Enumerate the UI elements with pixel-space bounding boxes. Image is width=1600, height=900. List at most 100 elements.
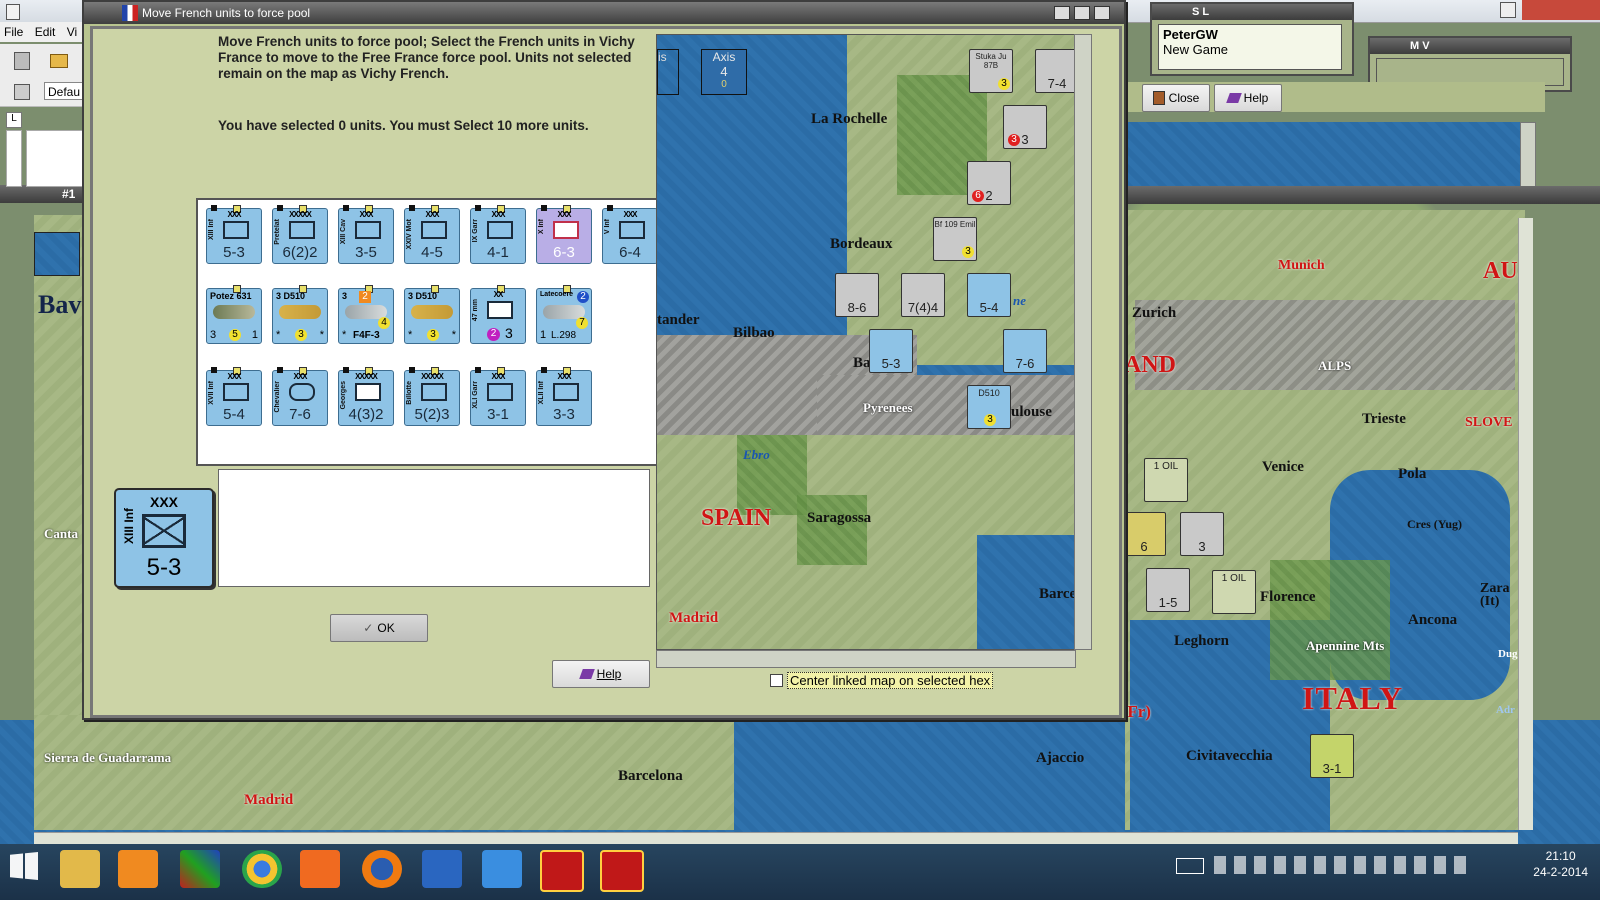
keyboard-icon[interactable] <box>1176 858 1204 874</box>
left-label-canta: Canta <box>44 526 78 541</box>
new-file-icon[interactable] <box>14 52 30 70</box>
unit-counter-xvii-inf[interactable]: XXX XVII Inf 5-4 <box>206 367 262 426</box>
unit-counter-latecoere[interactable]: Latecoere 2 1 L.298 7 <box>536 285 592 344</box>
map-label-zara: Zara (It) <box>1480 581 1510 609</box>
player-info: PeterGW New Game <box>1158 24 1342 70</box>
unit-selection-panel[interactable]: XXX XIII Inf 5-3 XXXXX Pretelat 6(2)2 XXX XII… <box>196 198 728 466</box>
map-counter-italian-hq[interactable]: 3 <box>1180 512 1224 556</box>
open-folder-icon[interactable] <box>50 54 68 68</box>
dialog-map-counter-7-6[interactable]: 7-6 <box>1003 329 1047 373</box>
app-icon <box>6 4 20 20</box>
center-map-checkbox[interactable] <box>770 674 783 687</box>
chrome-icon[interactable] <box>242 850 282 888</box>
unit-counter-xiii-inf[interactable]: XXX XIII Inf 5-3 <box>206 205 262 264</box>
unit-counter-pretelat[interactable]: XXXXX Pretelat 6(2)2 <box>272 205 328 264</box>
dialog-map-counter-stuka[interactable]: Stuka Ju 87B 3 <box>969 49 1013 93</box>
game-launcher-icon[interactable] <box>180 850 220 888</box>
selected-unit-preview: XXX XIII Inf 5-3 <box>114 488 214 588</box>
unit-counter-georges[interactable]: XXXXX Georges 4(3)2 <box>338 367 394 426</box>
left-window-tab[interactable]: #1 <box>62 187 75 201</box>
dialog-map-counter-bf109[interactable]: Bf 109 Emil 3 <box>933 217 977 261</box>
unit-notes-box[interactable] <box>218 469 650 587</box>
system-tray-icons[interactable] <box>1214 856 1474 874</box>
map-counter-italian-1-5[interactable]: 1-5 <box>1146 568 1190 612</box>
unit-counter-chevalier[interactable]: XXX Chevalier 7-6 <box>272 367 328 426</box>
dialog-map-counter-8-6[interactable]: 8-6 <box>835 273 879 317</box>
dialog-maximize-icon[interactable] <box>1074 6 1090 20</box>
unit-counter-x-inf[interactable]: XXX X Inf 6-3 <box>536 205 592 264</box>
ok-button[interactable]: ✓ OK <box>330 614 428 642</box>
window-close-button[interactable] <box>1522 0 1600 20</box>
style-dropdown[interactable]: Defau <box>44 82 84 100</box>
unit-counter-d510-b[interactable]: 3 D510 * 3 * <box>404 285 460 344</box>
dialog-map-label-ebro: Ebro <box>743 447 770 462</box>
dialog-linked-map[interactable]: Axis 4 0 is La Rochelle Bordeaux tander … <box>656 34 1076 650</box>
writer-icon[interactable] <box>422 850 462 888</box>
dialog-map-counter-fleet[interactable]: 26 <box>967 161 1011 205</box>
dialog-map-counter-7-4[interactable]: 7-4 <box>1035 49 1075 93</box>
taskbar-clock[interactable]: 21:10 24-2-2014 <box>1533 848 1588 880</box>
window-restore-icon[interactable] <box>1500 2 1516 18</box>
dialog-close-icon[interactable] <box>1094 6 1110 20</box>
unit-counter-xli-garr[interactable]: XXX XLI Garr 3-1 <box>470 367 526 426</box>
unit-counter-d510-a[interactable]: 3 D510 * 3 * <box>272 285 328 344</box>
dialog-help-button-label: Help <box>596 667 622 681</box>
dialog-map-counter-hq[interactable]: 33 <box>1003 105 1047 149</box>
unit-counter-xxiv-mot[interactable]: XXX XXIV Mot 4-5 <box>404 205 460 264</box>
map-counter-oil-2[interactable]: 1 OIL <box>1212 570 1256 614</box>
menu-view[interactable]: Vi <box>63 22 81 42</box>
selected-unit-value: 5-3 <box>146 554 182 581</box>
dialog-map-counter-7-4-4[interactable]: 7(4)4 <box>901 273 945 317</box>
dialog-map-counter-d510[interactable]: D510 3 <box>967 385 1011 429</box>
firefox-icon[interactable] <box>362 850 402 888</box>
wif-icon-1[interactable] <box>540 850 584 892</box>
overview-map[interactable] <box>1125 122 1520 186</box>
dialog-map-counter-5-3[interactable]: 5-3 <box>869 329 913 373</box>
dialog-help-button[interactable]: Help <box>552 660 650 688</box>
menu-file[interactable]: File <box>0 22 27 42</box>
close-button[interactable]: Close <box>1142 84 1210 112</box>
unit-counter-v-inf[interactable]: XXX V Inf 6-4 <box>602 205 658 264</box>
mail-icon[interactable] <box>300 850 340 888</box>
start-windows-icon[interactable] <box>10 852 38 880</box>
mv-panel-title: M V <box>1370 38 1570 54</box>
media-player-icon[interactable] <box>118 850 158 888</box>
top-help-button[interactable]: Help <box>1214 84 1282 112</box>
toolbar: Defau <box>0 44 85 107</box>
menu-edit[interactable]: Edit <box>31 22 60 42</box>
dialog-map-vscroll[interactable] <box>1074 34 1092 650</box>
menu-bar: File Edit Vi <box>0 22 85 42</box>
map-counter-italian-air[interactable]: 6 <box>1122 512 1166 556</box>
map-counter-oil-1[interactable]: 1 OIL <box>1144 458 1188 502</box>
unit-counter-ix-garr[interactable]: XXX IX Garr 4-1 <box>470 205 526 264</box>
overview-scrollbar[interactable] <box>1520 122 1536 188</box>
dialog-map-label-pyrenees: Pyrenees <box>863 400 913 415</box>
map-label-ajaccio: Ajaccio <box>1036 750 1085 766</box>
dialog-minimize-icon[interactable] <box>1054 6 1070 20</box>
dialog-map-forest-3 <box>797 495 867 565</box>
axis-label: Axis <box>712 50 736 64</box>
style-icon[interactable] <box>14 84 30 100</box>
map-counter-italian-3-1[interactable]: 3-1 <box>1310 734 1354 778</box>
center-map-checkbox-row[interactable]: Center linked map on selected hex <box>770 672 994 689</box>
dialog-map-counter-5-4[interactable]: 5-4 <box>967 273 1011 317</box>
map-label-guadarrama: Sierra de Guadarrama <box>44 750 172 765</box>
unit-counter-xlii-inf[interactable]: XXX XLII Inf 3-3 <box>536 367 592 426</box>
unit-counter-potez-631[interactable]: Potez 631 3 5 1 <box>206 285 262 344</box>
wif-icon-2[interactable] <box>600 850 644 892</box>
axis-info-box: Axis 4 0 <box>701 49 747 95</box>
clock-date: 24-2-2014 <box>1533 865 1588 879</box>
infantry-symbol-icon <box>289 221 315 239</box>
map-window-vscroll[interactable] <box>1518 218 1533 830</box>
unit-counter-47mm[interactable]: XX 47 mm 2 3 <box>470 285 526 344</box>
unit-counter-xiii-cav[interactable]: XXX XIII Cav 3-5 <box>338 205 394 264</box>
unit-counter-billotte[interactable]: XXXXX Billotte 5(2)3 <box>404 367 460 426</box>
thunderbird-icon[interactable] <box>482 850 522 888</box>
file-explorer-icon[interactable] <box>60 850 100 888</box>
player-panel-title: S L <box>1152 4 1352 20</box>
help-book-icon <box>1225 93 1242 103</box>
antitank-symbol-icon <box>487 301 513 319</box>
dialog-map-hscroll[interactable] <box>656 650 1076 668</box>
unit-counter-f4f-3[interactable]: 3 2 * F4F-3 4 <box>338 285 394 344</box>
map-label-pola: Pola <box>1398 466 1427 482</box>
